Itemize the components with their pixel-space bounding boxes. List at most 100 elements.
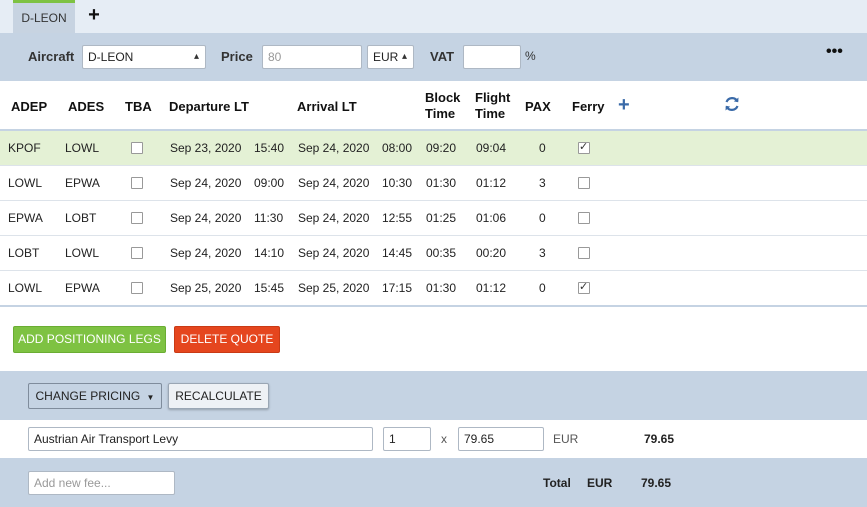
cell-arr-time: 10:30 [382, 176, 413, 190]
header-pax: PAX [525, 99, 551, 114]
cell-block: 01:30 [426, 176, 457, 190]
add-leg-plus-icon[interactable]: + [618, 95, 630, 115]
add-tab-button[interactable]: + [84, 4, 104, 26]
fee-name-input[interactable]: Austrian Air Transport Levy [28, 427, 373, 451]
tba-checkbox[interactable] [131, 247, 143, 259]
cell-flight: 01:06 [476, 211, 507, 225]
cell-ades: LOWL [65, 141, 100, 155]
cell-arr-date: Sep 24, 2020 [298, 246, 370, 260]
cell-block: 09:20 [426, 141, 457, 155]
tab-strip: D-LEON + [0, 0, 867, 33]
vat-label: VAT [430, 49, 455, 64]
cell-dep-date: Sep 23, 2020 [170, 141, 242, 155]
cell-block: 00:35 [426, 246, 457, 260]
change-pricing-label: CHANGE PRICING [35, 389, 141, 403]
cell-ades: EPWA [65, 176, 100, 190]
cell-dep-time: 15:45 [254, 281, 285, 295]
cell-arr-date: Sep 24, 2020 [298, 211, 370, 225]
tba-checkbox[interactable] [131, 212, 143, 224]
cell-arr-time: 08:00 [382, 141, 413, 155]
tba-checkbox[interactable] [131, 142, 143, 154]
table-row[interactable]: LOBT LOWL Sep 24, 2020 14:10 Sep 24, 2020 14:… [0, 236, 867, 271]
quote-toolbar: Aircraft D-LEON ▴ Price 80 EUR ▴ VAT % •… [0, 33, 867, 81]
header-adep: ADEP [11, 99, 48, 114]
table-row[interactable]: LOWL EPWA Sep 24, 2020 09:00 Sep 24, 2020 10:… [0, 166, 867, 201]
cell-arr-date: Sep 25, 2020 [298, 281, 370, 295]
header-tba: TBA [125, 99, 152, 114]
delete-quote-button[interactable]: DELETE QUOTE [174, 326, 280, 353]
cell-adep: LOWL [8, 281, 43, 295]
select-arrows-icon: ▴ [401, 51, 407, 62]
percent-sign: % [525, 49, 536, 63]
header-departure: Departure LT [169, 99, 249, 114]
ferry-checkbox[interactable] [578, 280, 590, 294]
cell-block: 01:25 [426, 211, 457, 225]
price-input[interactable]: 80 [262, 45, 362, 69]
aircraft-select[interactable]: D-LEON ▴ [82, 45, 206, 69]
add-positioning-legs-button[interactable]: ADD POSITIONING LEGS [13, 326, 166, 353]
total-amount: 79.65 [641, 476, 672, 490]
cell-dep-date: Sep 24, 2020 [170, 246, 242, 260]
caret-down-icon: ▼ [146, 393, 155, 402]
cell-dep-date: Sep 24, 2020 [170, 176, 242, 190]
total-label: Total [543, 476, 571, 490]
cell-arr-time: 14:45 [382, 246, 413, 260]
table-row[interactable]: EPWA LOBT Sep 24, 2020 11:30 Sep 24, 2020 12:… [0, 201, 867, 236]
change-pricing-button[interactable]: CHANGE PRICING ▼ [28, 383, 162, 409]
currency-select-value: EUR [373, 50, 399, 64]
cell-dep-time: 11:30 [254, 211, 284, 225]
cell-arr-date: Sep 24, 2020 [298, 176, 370, 190]
ferry-checkbox[interactable] [578, 177, 590, 189]
cell-flight: 00:20 [476, 246, 507, 260]
cell-arr-time: 17:15 [382, 281, 413, 295]
cell-adep: EPWA [8, 211, 43, 225]
cell-dep-date: Sep 24, 2020 [170, 211, 242, 225]
header-block-time: Block Time [425, 90, 460, 122]
total-currency: EUR [587, 476, 613, 490]
fee-quantity-input[interactable]: 1 [383, 427, 431, 451]
legs-table-header: ADEP ADES TBA Departure LT Arrival LT Bl… [0, 81, 867, 131]
header-block-time-line2: Time [425, 106, 456, 121]
new-fee-input[interactable]: Add new fee... [28, 471, 175, 495]
table-bottom-divider [0, 305, 867, 307]
cell-arr-time: 12:55 [382, 211, 413, 225]
recalculate-button[interactable]: RECALCULATE [168, 383, 269, 409]
ferry-checkbox[interactable] [578, 140, 590, 154]
aircraft-select-value: D-LEON [88, 50, 134, 64]
cell-arr-date: Sep 24, 2020 [298, 141, 370, 155]
header-flight-time: Flight Time [475, 90, 510, 122]
cell-dep-time: 14:10 [254, 246, 285, 260]
price-label: Price [221, 49, 253, 64]
more-options-icon[interactable]: ••• [826, 43, 843, 61]
cell-pax: 0 [539, 141, 546, 155]
cell-pax: 3 [539, 176, 546, 190]
fee-amount: 79.65 [644, 432, 675, 446]
ferry-checkbox[interactable] [578, 247, 590, 259]
cell-adep: LOWL [8, 176, 43, 190]
tba-checkbox[interactable] [131, 282, 143, 294]
cell-pax: 3 [539, 246, 546, 260]
tab-d-leon[interactable]: D-LEON [13, 0, 75, 33]
header-flight-time-line2: Time [475, 106, 506, 121]
table-row[interactable]: KPOF LOWL Sep 23, 2020 15:40 Sep 24, 2020 08:… [0, 131, 867, 166]
select-arrows-icon: ▴ [193, 51, 199, 62]
ferry-checkbox[interactable] [578, 212, 590, 224]
cell-block: 01:30 [426, 281, 457, 295]
table-row[interactable]: LOWL EPWA Sep 25, 2020 15:45 Sep 25, 2020 17:… [0, 271, 867, 306]
refresh-icon[interactable] [722, 94, 742, 114]
currency-select[interactable]: EUR ▴ [367, 45, 414, 69]
aircraft-label: Aircraft [28, 49, 75, 64]
fee-unit-price-input[interactable]: 79.65 [458, 427, 544, 451]
cell-adep: KPOF [8, 141, 41, 155]
fee-row: Austrian Air Transport Levy 1 x 79.65 EU… [0, 420, 867, 458]
cell-ades: EPWA [65, 281, 100, 295]
pricing-toolbar: CHANGE PRICING ▼ RECALCULATE [0, 371, 867, 420]
cell-pax: 0 [539, 211, 546, 225]
header-arrival: Arrival LT [297, 99, 357, 114]
header-ferry: Ferry [572, 99, 605, 114]
cell-flight: 01:12 [476, 176, 507, 190]
cell-dep-time: 15:40 [254, 141, 285, 155]
header-block-time-line1: Block [425, 90, 461, 105]
vat-input[interactable] [463, 45, 521, 69]
tba-checkbox[interactable] [131, 177, 143, 189]
